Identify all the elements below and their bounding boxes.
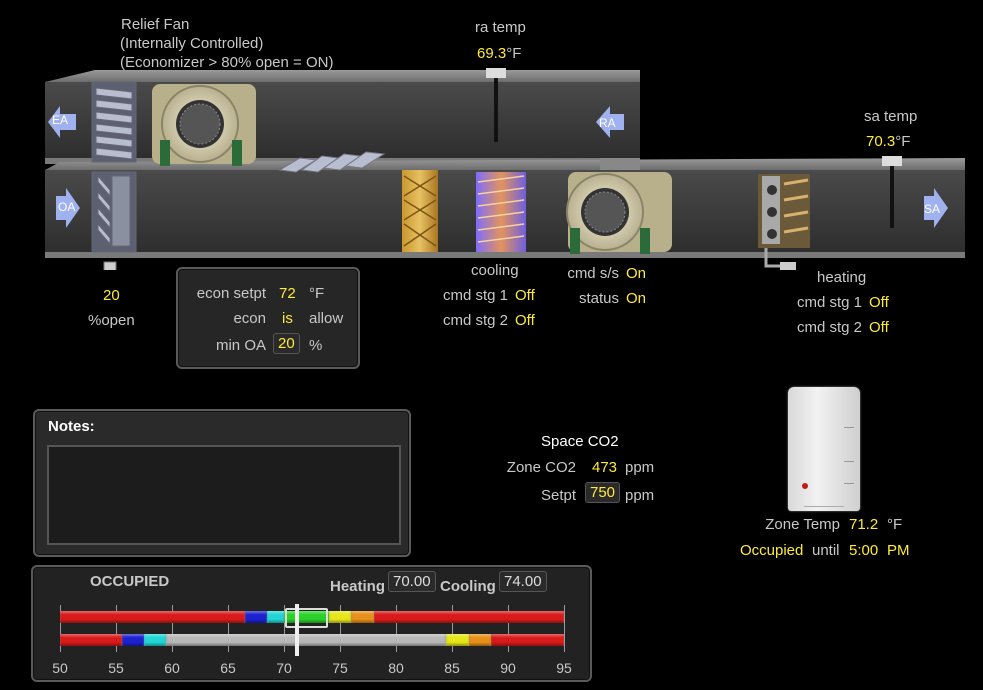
econ-allow-label: allow — [309, 310, 344, 327]
notes-panel: Notes: — [33, 409, 411, 557]
cooling-setpoint-label: Cooling — [440, 578, 496, 595]
heating-setpoint-input[interactable]: 70.00 — [388, 571, 436, 592]
min-oa-label: min OA — [215, 337, 266, 354]
heating-title: heating — [817, 269, 867, 286]
econ-setpt-value[interactable]: 72 — [279, 285, 296, 302]
economizer-panel: econ setpt 72 °F econ is allow min OA 20… — [176, 267, 360, 369]
zone-temp-value[interactable]: 71.2 — [849, 516, 878, 533]
econ-setpt-label: econ setpt — [196, 285, 266, 302]
damper-percent-label: %open — [88, 312, 135, 329]
sa-temp-value[interactable]: 70.3 — [866, 133, 895, 150]
cooling-setpoint-input[interactable]: 74.00 — [499, 571, 547, 592]
co2-setpt-input[interactable]: 750 — [585, 482, 621, 503]
min-oa-unit: % — [309, 337, 323, 354]
ra-temp-unit: °F — [506, 45, 522, 62]
fan-status-value: On — [626, 290, 647, 307]
heating-stg2-value[interactable]: Off — [869, 319, 889, 336]
exhaust-damper — [91, 81, 137, 163]
co2-title: Space CO2 — [541, 433, 619, 450]
zone-temp-label: Zone Temp — [765, 516, 840, 533]
co2-setpt-label: Setpt — [540, 487, 576, 504]
fan-cmd-label: cmd s/s — [567, 265, 619, 282]
damper-percent-value[interactable]: 20 — [103, 287, 120, 304]
min-oa-input[interactable]: 20 — [273, 333, 300, 354]
zone-co2-value[interactable]: 473 — [592, 459, 617, 476]
notes-title: Notes: — [48, 418, 95, 435]
relief-fan-title: Relief Fan — [121, 16, 190, 33]
ra-temp-readout: 69.3°F — [477, 45, 521, 62]
sa-temp-readout: 70.3°F — [866, 133, 910, 150]
damper-actuator — [103, 261, 117, 270]
sa-temp-unit: °F — [895, 133, 911, 150]
heating-stg2-label: cmd stg 2 — [796, 319, 862, 336]
fan-cmd-value[interactable]: On — [626, 265, 646, 282]
fan-status-label: status — [578, 290, 619, 307]
zone-co2-label: Zone CO2 — [506, 459, 576, 476]
econ-value[interactable]: is — [282, 310, 293, 327]
heating-stg1-value[interactable]: Off — [869, 294, 889, 311]
ra-temp-value[interactable]: 69.3 — [477, 45, 506, 62]
occupied-setpoint-handle[interactable] — [285, 608, 328, 628]
cooling-coil — [476, 172, 526, 252]
co2-setpt-unit: ppm — [625, 487, 655, 504]
ra-temp-label: ra temp — [475, 19, 526, 36]
cooling-stg2-label: cmd stg 2 — [442, 312, 508, 329]
occupancy-mode: OCCUPIED — [90, 573, 170, 590]
econ-setpt-unit: °F — [309, 285, 325, 302]
ea-label: EA — [52, 113, 69, 127]
relief-fan-note: (Internally Controlled) — [120, 35, 264, 52]
cooling-stg1-value[interactable]: Off — [515, 287, 535, 304]
occupancy-status: Occupied — [740, 542, 804, 559]
supply-fan — [566, 172, 672, 254]
zone-co2-unit: ppm — [625, 459, 655, 476]
relief-fan-caption: Relief Fan (Internally Controlled) (Econ… — [120, 15, 334, 72]
heating-stg1-label: cmd stg 1 — [796, 294, 862, 311]
econ-label: econ — [233, 310, 266, 327]
thermostat-icon[interactable] — [788, 387, 860, 511]
outside-air-damper — [91, 171, 137, 253]
filter — [402, 170, 438, 252]
cooling-title: cooling — [471, 262, 519, 279]
cooling-stg2-value[interactable]: Off — [515, 312, 535, 329]
cooling-stg1-label: cmd stg 1 — [442, 287, 508, 304]
occupied-until-ampm[interactable]: PM — [887, 542, 910, 559]
relief-fan — [152, 84, 256, 166]
until-label: until — [812, 542, 840, 559]
zone-temp-unit: °F — [887, 516, 903, 533]
sa-temp-label: sa temp — [864, 108, 918, 125]
ra-label: RA — [599, 116, 616, 130]
oa-label: OA — [58, 200, 76, 214]
notes-textarea[interactable] — [47, 445, 401, 545]
relief-fan-rule: (Economizer > 80% open = ON) — [120, 54, 334, 71]
heating-setpoint-label: Heating — [330, 578, 386, 595]
sa-label: SA — [924, 202, 941, 216]
occupied-until-time[interactable]: 5:00 — [849, 542, 878, 559]
